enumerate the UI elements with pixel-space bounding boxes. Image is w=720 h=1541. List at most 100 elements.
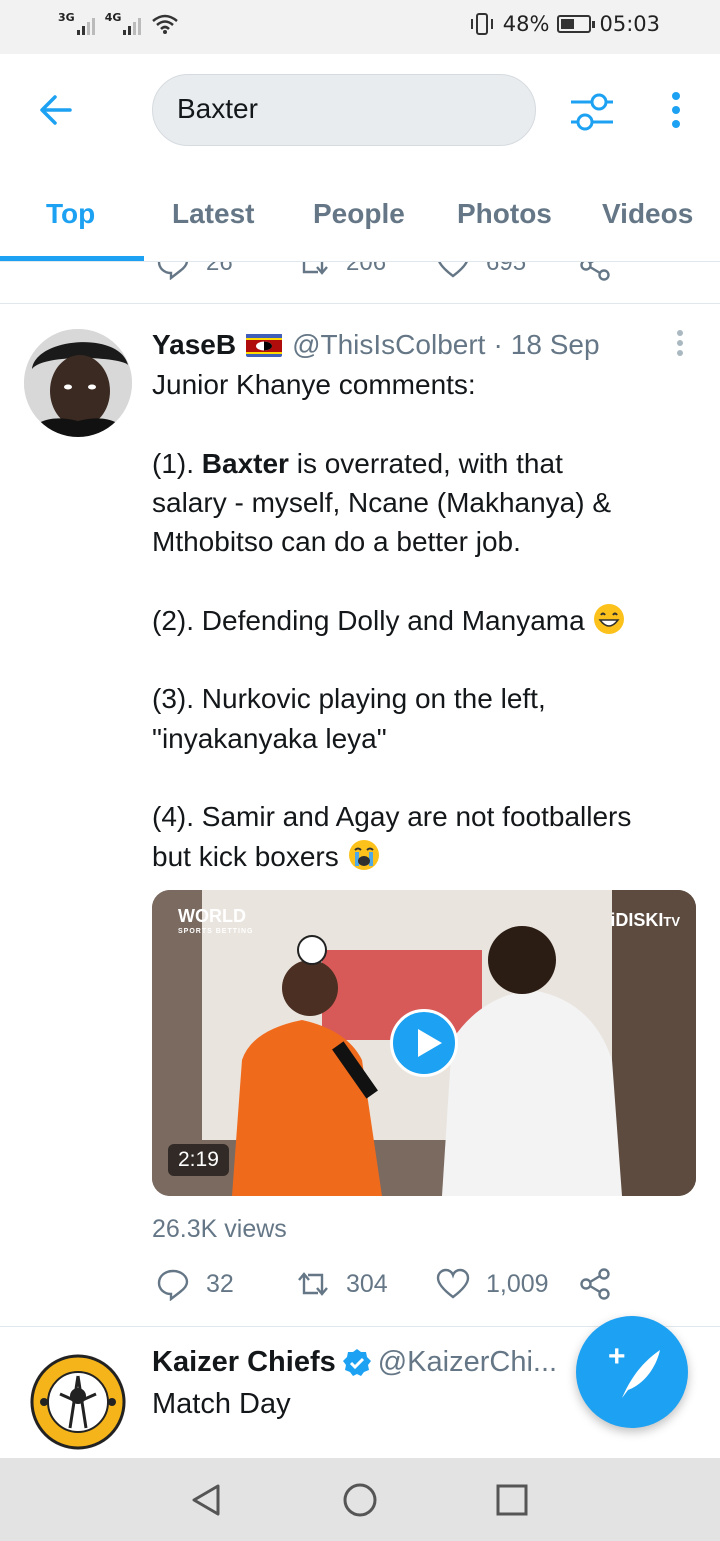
- network-4g-label: 4G: [104, 11, 122, 24]
- tweet-separator: ·: [493, 329, 503, 360]
- share-icon[interactable]: [578, 262, 612, 282]
- avatar[interactable]: [30, 1354, 126, 1450]
- compose-tweet-button[interactable]: +: [576, 1316, 688, 1428]
- tweet-author-handle[interactable]: @ThisIsColbert: [292, 329, 485, 361]
- back-arrow-icon[interactable]: [36, 90, 76, 130]
- tweet-author-name[interactable]: Kaizer Chiefs: [152, 1346, 336, 1379]
- battery-percent: 48%: [502, 12, 550, 36]
- reply-button[interactable]: 26: [156, 262, 233, 280]
- tab-latest[interactable]: Latest: [172, 198, 254, 230]
- tab-people[interactable]: People: [313, 198, 405, 230]
- tab-top[interactable]: Top: [46, 198, 95, 230]
- play-button[interactable]: [390, 1009, 458, 1077]
- tweet-text-segment: (1).: [152, 447, 202, 479]
- kaizer-chiefs-logo-icon: [30, 1354, 126, 1450]
- crying-emoji-icon: [348, 839, 379, 870]
- active-tab-indicator: [0, 256, 144, 261]
- share-button[interactable]: [578, 1267, 612, 1301]
- network-4g-indicator: 4G: [105, 12, 142, 35]
- search-tabs: Top Latest People Photos Videos: [0, 184, 720, 262]
- video-channel-logo: iDISKITV: [610, 910, 680, 931]
- tweet[interactable]: YaseB @ThisIsColbert · 18 Sep Junior Kha…: [0, 305, 720, 1327]
- channel-logo-suffix: TV: [663, 914, 680, 929]
- retweet-button[interactable]: 304: [296, 1267, 388, 1301]
- previous-tweet-actions: 26 206 695: [0, 262, 720, 304]
- tweet-point-2: (2). Defending Dolly and Manyama: [152, 601, 697, 640]
- tweet-text-segment: is overrated, with that: [288, 447, 563, 479]
- tweet-header: Kaizer Chiefs @KaizerChi...: [152, 1346, 557, 1379]
- reply-button[interactable]: 32: [156, 1267, 234, 1301]
- vibrate-icon: [470, 13, 493, 35]
- tweet-line: salary - myself, Ncane (Makhanya) &: [152, 486, 612, 518]
- tweet-point-1: (1). Baxter is overrated, with that: [152, 444, 697, 483]
- clock: 05:03: [599, 12, 660, 36]
- signal-bars-icon: [76, 18, 95, 35]
- avatar[interactable]: [24, 329, 132, 437]
- tweet-author-name[interactable]: YaseB: [152, 329, 236, 361]
- tweet-text: Match Day: [152, 1388, 291, 1420]
- reply-icon: [157, 1269, 189, 1301]
- like-button[interactable]: 695: [436, 262, 526, 280]
- retweet-icon: [302, 262, 328, 275]
- tweet-more-icon[interactable]: [672, 329, 688, 359]
- search-input[interactable]: [177, 93, 517, 125]
- tweet-point-4: but kick boxers: [152, 837, 697, 876]
- tweet-text: Junior Khanye comments: (1). Baxter is o…: [152, 365, 697, 876]
- search-box[interactable]: [152, 74, 536, 146]
- search-header: [0, 54, 720, 184]
- overflow-menu-icon[interactable]: [662, 88, 690, 136]
- retweet-count: 206: [346, 262, 387, 276]
- tweet-line: (4). Samir and Agay are not footballers: [152, 801, 632, 833]
- verified-badge-icon: [342, 1348, 371, 1376]
- like-count: 695: [486, 262, 527, 276]
- status-bar: 3G 4G 48% 05:03: [0, 0, 720, 54]
- tweet-author-handle[interactable]: @KaizerChi...: [378, 1346, 557, 1379]
- filter-settings-icon[interactable]: [568, 88, 616, 136]
- network-indicators: 3G 4G: [58, 12, 179, 35]
- tweet-line: Junior Khanye comments:: [152, 369, 476, 400]
- feather-icon: [622, 1350, 660, 1398]
- grinning-emoji-icon: [594, 603, 625, 634]
- video-duration: 2:19: [168, 1144, 229, 1176]
- eswatini-flag-icon: [246, 333, 283, 357]
- previous-tweet-action-row: 26 206 695: [152, 262, 632, 286]
- battery-icon: [557, 15, 596, 33]
- tweet-line: (3). Nurkovic playing on the left,: [152, 683, 546, 715]
- tweet-actions: 32 304 1,009: [152, 1267, 652, 1307]
- tweet-text-segment: but kick boxers: [152, 840, 347, 872]
- like-button[interactable]: 1,009: [436, 1267, 549, 1301]
- retweet-button[interactable]: 206: [296, 262, 386, 280]
- signal-bars-icon: [123, 18, 142, 35]
- reply-count: 26: [206, 262, 233, 276]
- search-highlight: Baxter: [201, 447, 289, 479]
- tweet-timestamp: 18 Sep: [510, 329, 600, 360]
- share-icon: [580, 1268, 610, 1300]
- sponsor-logo-subtext: SPORTS BETTING: [178, 928, 254, 935]
- reply-count: 32: [206, 1269, 234, 1298]
- channel-logo-text: iDISKI: [610, 910, 664, 930]
- wifi-icon: [152, 14, 179, 34]
- tweet-header: YaseB @ThisIsColbert · 18 Sep: [152, 329, 600, 361]
- retweet-count: 304: [346, 1269, 388, 1298]
- video-sponsor-logo: WORLD SPORTS BETTING: [178, 906, 254, 940]
- system-navigation-bar: [0, 1458, 720, 1541]
- sponsor-logo-text: WORLD: [178, 906, 246, 926]
- reply-icon: [157, 262, 189, 280]
- video-player[interactable]: WORLD SPORTS BETTING iDISKITV 2:19: [152, 890, 696, 1196]
- retweet-icon: [298, 1272, 328, 1296]
- battery-fill: [561, 19, 574, 29]
- like-count: 1,009: [486, 1269, 549, 1298]
- network-3g-label: 3G: [58, 11, 75, 24]
- video-views: 26.3K views: [152, 1215, 287, 1243]
- network-3g-indicator: 3G: [58, 12, 95, 35]
- nav-back-icon[interactable]: [186, 1480, 226, 1520]
- heart-icon: [438, 262, 468, 278]
- tweet-line: Mthobitso can do a better job.: [152, 526, 521, 558]
- nav-recents-icon[interactable]: [492, 1480, 532, 1520]
- tab-photos[interactable]: Photos: [457, 198, 552, 230]
- tab-videos[interactable]: Videos: [602, 198, 693, 230]
- heart-icon: [436, 1268, 470, 1299]
- tweet-line: "inyakanyaka leya": [152, 722, 387, 754]
- nav-home-icon[interactable]: [340, 1480, 380, 1520]
- status-right: 48% 05:03: [469, 12, 660, 36]
